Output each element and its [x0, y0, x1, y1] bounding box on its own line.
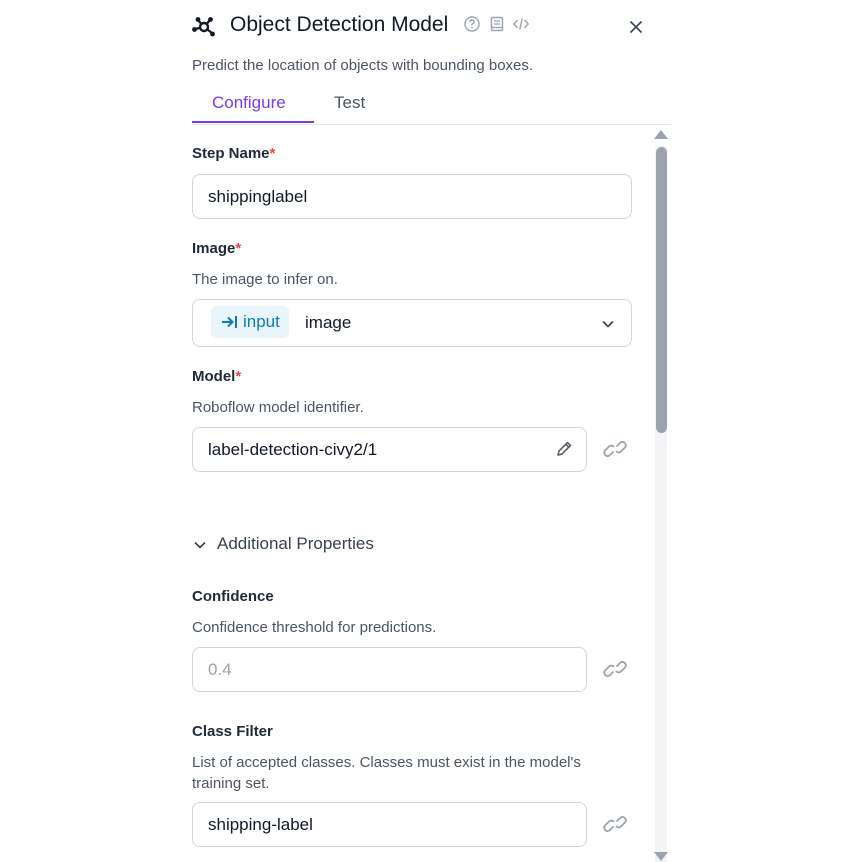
class-filter-label: Class Filter: [192, 723, 273, 740]
tab-test[interactable]: Test: [334, 93, 365, 113]
confidence-label: Confidence: [192, 588, 274, 605]
step-name-label: Step Name*: [192, 145, 275, 162]
chevron-down-icon: [194, 541, 206, 549]
confidence-input[interactable]: 0.4: [192, 647, 587, 692]
confidence-placeholder: 0.4: [208, 660, 232, 679]
class-filter-link-icon[interactable]: [601, 810, 629, 838]
tab-bar: Configure Test: [192, 90, 671, 125]
step-name-input[interactable]: shippinglabel: [192, 174, 632, 219]
docs-book-icon[interactable]: [488, 15, 506, 33]
additional-properties-label: Additional Properties: [217, 534, 374, 553]
model-link-icon[interactable]: [601, 435, 629, 463]
image-description: The image to infer on.: [192, 271, 338, 288]
required-marker: *: [235, 368, 242, 385]
block-config-panel: Object Detection Model Predict the locat…: [0, 0, 849, 862]
close-button[interactable]: [624, 15, 648, 39]
confidence-description: Confidence threshold for predictions.: [192, 619, 437, 636]
class-filter-description: List of accepted classes. Classes must e…: [192, 754, 581, 792]
active-tab-indicator: [192, 121, 314, 123]
model-label-text: Model: [192, 368, 236, 385]
model-label: Model*: [192, 368, 241, 385]
scrollbar-thumb[interactable]: [656, 147, 667, 433]
image-select-value: image: [305, 313, 352, 332]
step-name-value: shippinglabel: [208, 187, 308, 206]
image-select[interactable]: input image: [192, 299, 632, 347]
model-input[interactable]: label-detection-civy2/1: [192, 427, 587, 472]
input-source-chip: input: [211, 306, 289, 338]
panel-title: Object Detection Model: [230, 13, 449, 36]
help-circle-icon[interactable]: [463, 15, 481, 33]
class-filter-value: shipping-label: [208, 815, 313, 834]
code-icon[interactable]: [512, 15, 530, 33]
chevron-down-icon: [602, 320, 614, 328]
scroll-down-arrow-icon[interactable]: [654, 852, 668, 861]
model-description: Roboflow model identifier.: [192, 399, 364, 416]
model-graph-icon: [192, 17, 215, 37]
tab-configure[interactable]: Configure: [212, 93, 286, 113]
confidence-link-icon[interactable]: [601, 655, 629, 683]
input-arrow-icon: [222, 316, 237, 328]
required-marker: *: [269, 145, 276, 162]
pencil-edit-icon[interactable]: [555, 440, 573, 458]
step-name-label-text: Step Name: [192, 145, 270, 162]
panel-subtitle: Predict the location of objects with bou…: [192, 57, 534, 74]
image-label: Image*: [192, 240, 241, 257]
class-filter-input[interactable]: shipping-label: [192, 802, 587, 847]
image-label-text: Image: [192, 240, 236, 257]
scroll-up-arrow-icon[interactable]: [654, 130, 668, 139]
input-chip-label: input: [243, 312, 280, 331]
model-value: label-detection-civy2/1: [208, 440, 378, 459]
required-marker: *: [235, 240, 242, 257]
